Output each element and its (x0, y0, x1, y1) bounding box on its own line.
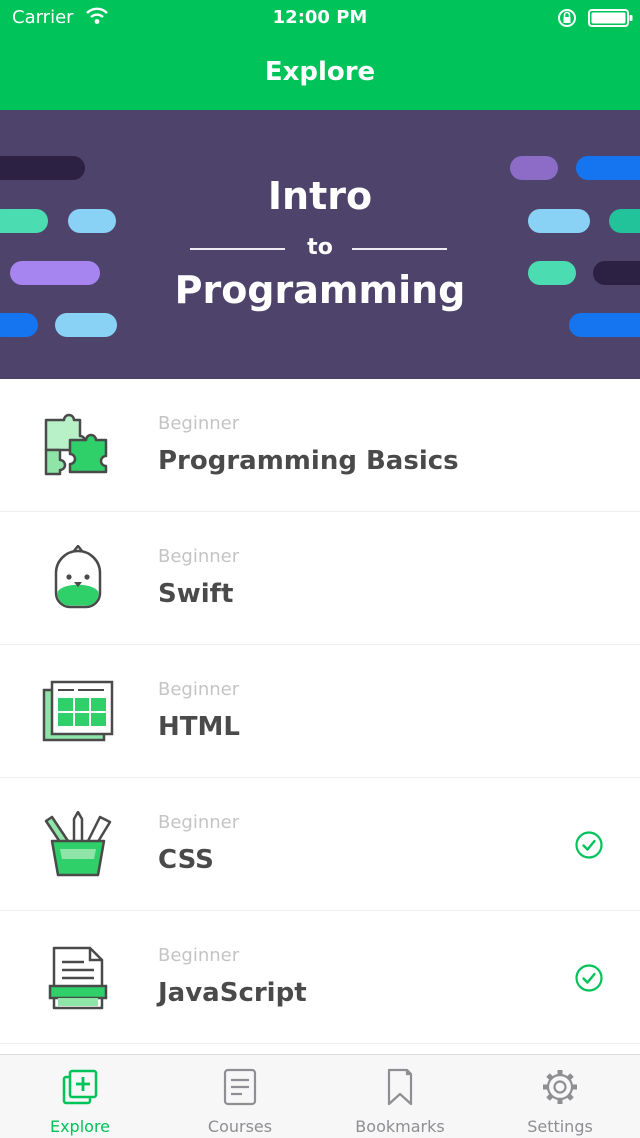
battery-icon (588, 9, 633, 27)
hero-title-line-3: Programming (174, 268, 466, 312)
completed-check-icon (575, 831, 603, 859)
decorative-bar (55, 313, 117, 337)
hero-title-line-2: to (307, 235, 333, 260)
course-name: CSS (158, 845, 214, 875)
html-window-icon (42, 680, 114, 742)
pencil-cup-icon (44, 811, 112, 877)
page-title: Explore (264, 57, 376, 87)
course-level: Beginner (158, 546, 240, 567)
decorative-bar (569, 313, 640, 337)
completed-check-icon (575, 964, 603, 992)
course-row-css[interactable]: Beginner CSS (0, 778, 640, 911)
hero-title-line-1: Intro (267, 174, 373, 218)
tab-label: Courses (207, 1117, 273, 1136)
featured-banner[interactable]: Intro to Programming (0, 110, 640, 379)
course-name: HTML (158, 712, 240, 742)
document-icon (48, 946, 108, 1010)
courses-icon (223, 1068, 257, 1106)
status-bar: Carrier 12:00 PM (0, 0, 640, 36)
orientation-lock-icon (558, 9, 576, 27)
swift-bird-icon (54, 545, 102, 609)
bookmark-icon (387, 1068, 413, 1106)
course-level: Beginner (158, 413, 240, 434)
hero-divider-right (352, 248, 447, 250)
tab-bar: Explore Courses Bookmarks Settings (0, 1054, 640, 1138)
explore-icon (62, 1069, 98, 1105)
course-name: Programming Basics (158, 446, 459, 476)
course-level: Beginner (158, 812, 240, 833)
course-level: Beginner (158, 679, 240, 700)
course-row-swift[interactable]: Beginner Swift (0, 512, 640, 645)
course-name: JavaScript (158, 978, 307, 1008)
tab-bookmarks[interactable]: Bookmarks (320, 1055, 480, 1138)
course-level: Beginner (158, 945, 240, 966)
tab-settings[interactable]: Settings (480, 1055, 640, 1138)
clock: 12:00 PM (272, 7, 368, 28)
tab-label: Settings (527, 1117, 593, 1136)
tab-label: Bookmarks (355, 1117, 445, 1136)
course-list: Beginner Programming Basics Beginner Swi… (0, 379, 640, 1044)
tab-courses[interactable]: Courses (160, 1055, 320, 1138)
course-row-programming-basics[interactable]: Beginner Programming Basics (0, 379, 640, 512)
puzzle-icon (44, 413, 108, 476)
course-row-html[interactable]: Beginner HTML (0, 645, 640, 778)
tab-label: Explore (49, 1117, 111, 1136)
navigation-bar: Explore (0, 36, 640, 110)
tab-explore[interactable]: Explore (0, 1055, 160, 1138)
course-row-javascript[interactable]: Beginner JavaScript (0, 911, 640, 1044)
decorative-bar (0, 313, 38, 337)
course-name: Swift (158, 579, 234, 609)
gear-icon (543, 1070, 577, 1104)
